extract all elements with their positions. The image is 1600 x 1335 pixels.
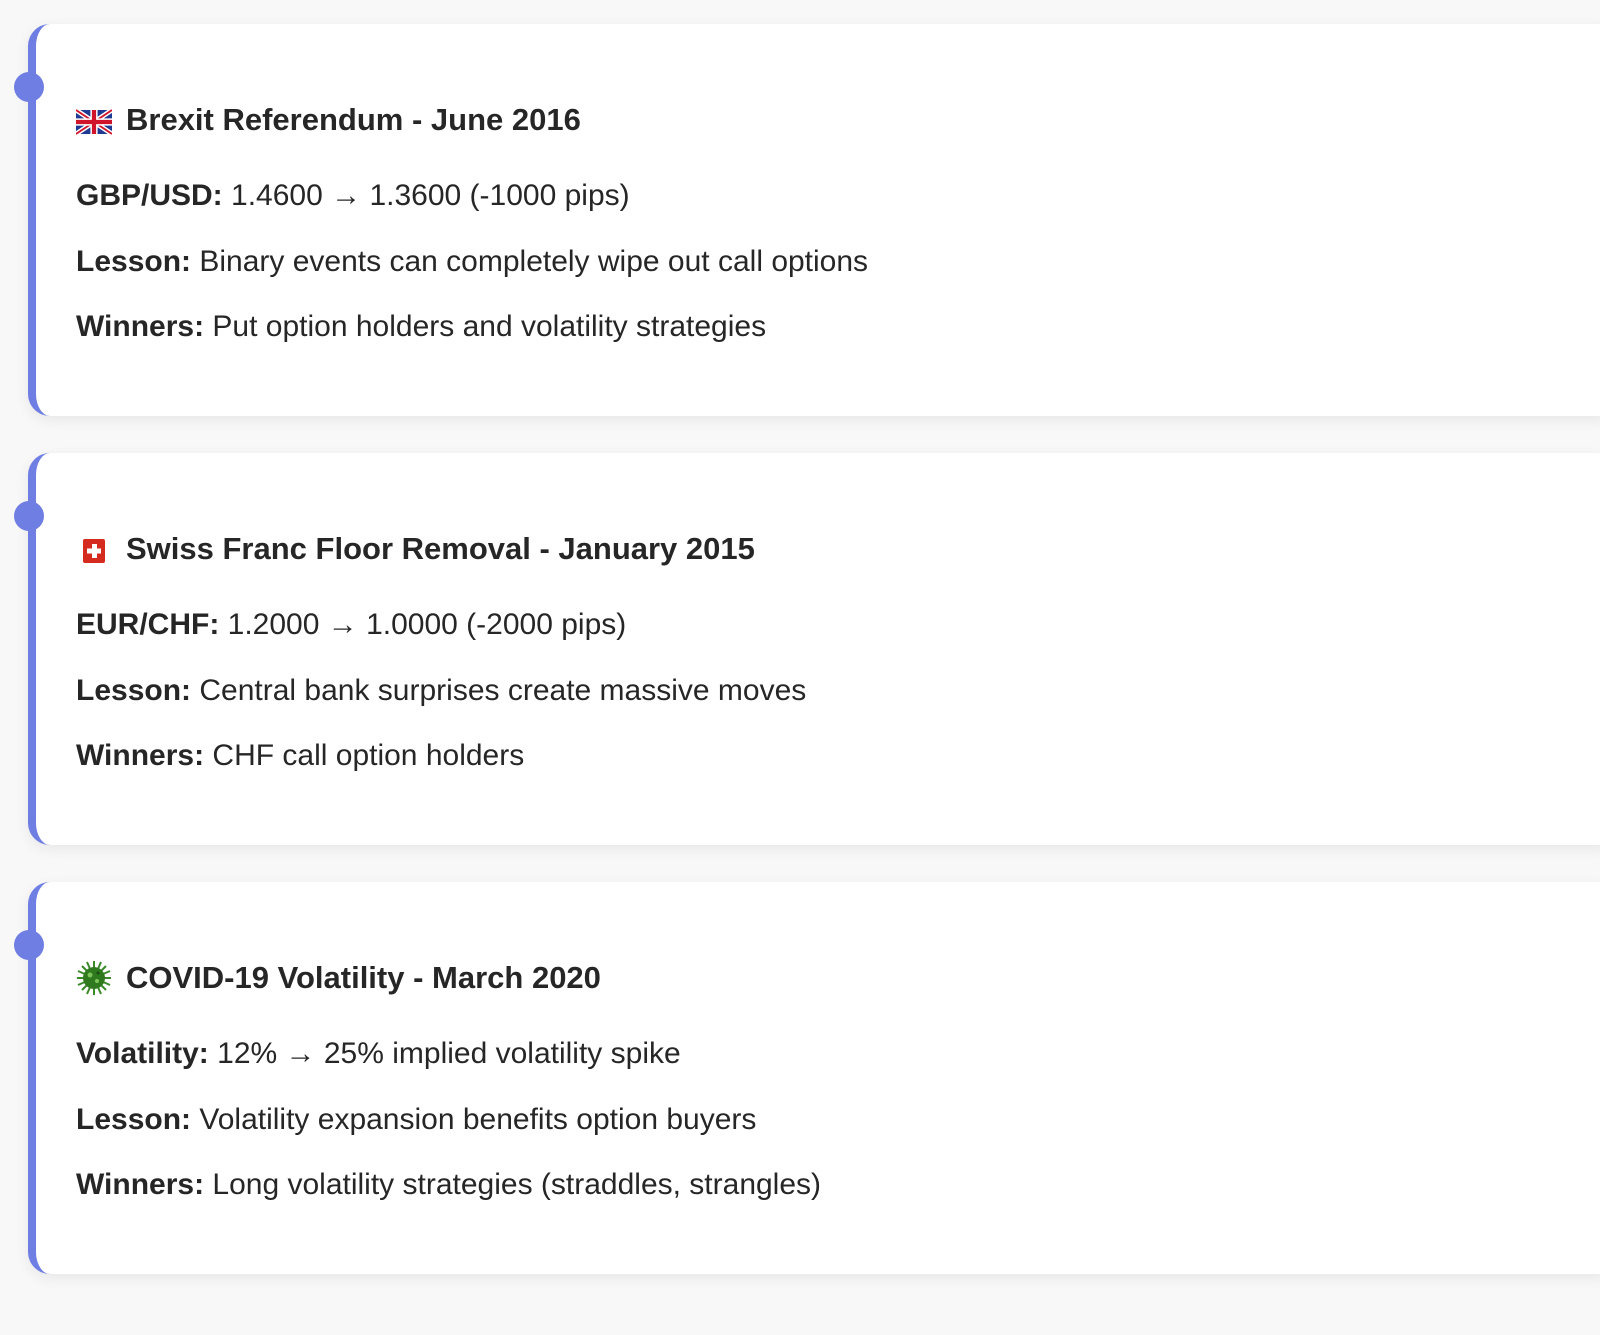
move-label: EUR/CHF:	[76, 608, 220, 641]
move-value: 1.4600 → 1.3600 (-1000 pips)	[222, 179, 630, 212]
event-title: COVID-19 Volatility - March 2020	[76, 960, 601, 996]
move-label: Volatility:	[76, 1037, 209, 1070]
swiss-flag-icon	[76, 536, 112, 563]
event-title-text: Swiss Franc Floor Removal - January 2015	[126, 531, 755, 566]
lesson-label: Lesson:	[76, 245, 192, 278]
move-value: 1.2000 → 1.0000 (-2000 pips)	[219, 608, 627, 641]
event-title: Brexit Referendum - June 2016	[74, 102, 581, 138]
event-card-brexit: Brexit Referendum - June 2016 GBP/USD: 1…	[14, 24, 1600, 416]
winners-label: Winners:	[76, 739, 205, 772]
winners-label: Winners:	[76, 1168, 205, 1201]
event-winners: Winners: Put option holders and volatili…	[76, 310, 766, 344]
virus-icon	[76, 961, 112, 995]
event-winners: Winners: CHF call option holders	[76, 739, 524, 773]
event-card-swiss-franc: Swiss Franc Floor Removal - January 2015…	[14, 453, 1600, 845]
event-move: GBP/USD: 1.4600 → 1.3600 (-1000 pips)	[76, 179, 630, 213]
lesson-label: Lesson:	[76, 674, 192, 707]
timeline-dot	[14, 501, 44, 531]
lesson-value: Volatility expansion benefits option buy…	[191, 1103, 757, 1136]
event-timeline: Brexit Referendum - June 2016 GBP/USD: 1…	[0, 0, 1600, 1335]
event-title: Swiss Franc Floor Removal - January 2015	[76, 531, 755, 567]
lesson-label: Lesson:	[76, 1103, 192, 1136]
event-title-text: COVID-19 Volatility - March 2020	[126, 960, 601, 995]
lesson-value: Binary events can completely wipe out ca…	[191, 245, 869, 278]
timeline-dot	[14, 72, 44, 102]
event-move: EUR/CHF: 1.2000 → 1.0000 (-2000 pips)	[76, 608, 626, 642]
move-label: GBP/USD:	[76, 179, 223, 212]
event-title-text: Brexit Referendum - June 2016	[126, 102, 581, 137]
event-winners: Winners: Long volatility strategies (str…	[76, 1168, 821, 1202]
winners-value: Put option holders and volatility strate…	[204, 310, 767, 343]
event-lesson: Lesson: Volatility expansion benefits op…	[76, 1103, 756, 1137]
winners-label: Winners:	[76, 310, 205, 343]
event-move: Volatility: 12% → 25% implied volatility…	[76, 1037, 681, 1071]
uk-flag-icon	[74, 107, 114, 136]
event-lesson: Lesson: Binary events can completely wip…	[76, 245, 868, 279]
lesson-value: Central bank surprises create massive mo…	[191, 674, 807, 707]
winners-value: CHF call option holders	[204, 739, 525, 772]
event-card-covid: COVID-19 Volatility - March 2020 Volatil…	[14, 882, 1600, 1274]
move-value: 12% → 25% implied volatility spike	[208, 1037, 681, 1070]
event-lesson: Lesson: Central bank surprises create ma…	[76, 674, 806, 708]
timeline-dot	[14, 930, 44, 960]
winners-value: Long volatility strategies (straddles, s…	[204, 1168, 822, 1201]
